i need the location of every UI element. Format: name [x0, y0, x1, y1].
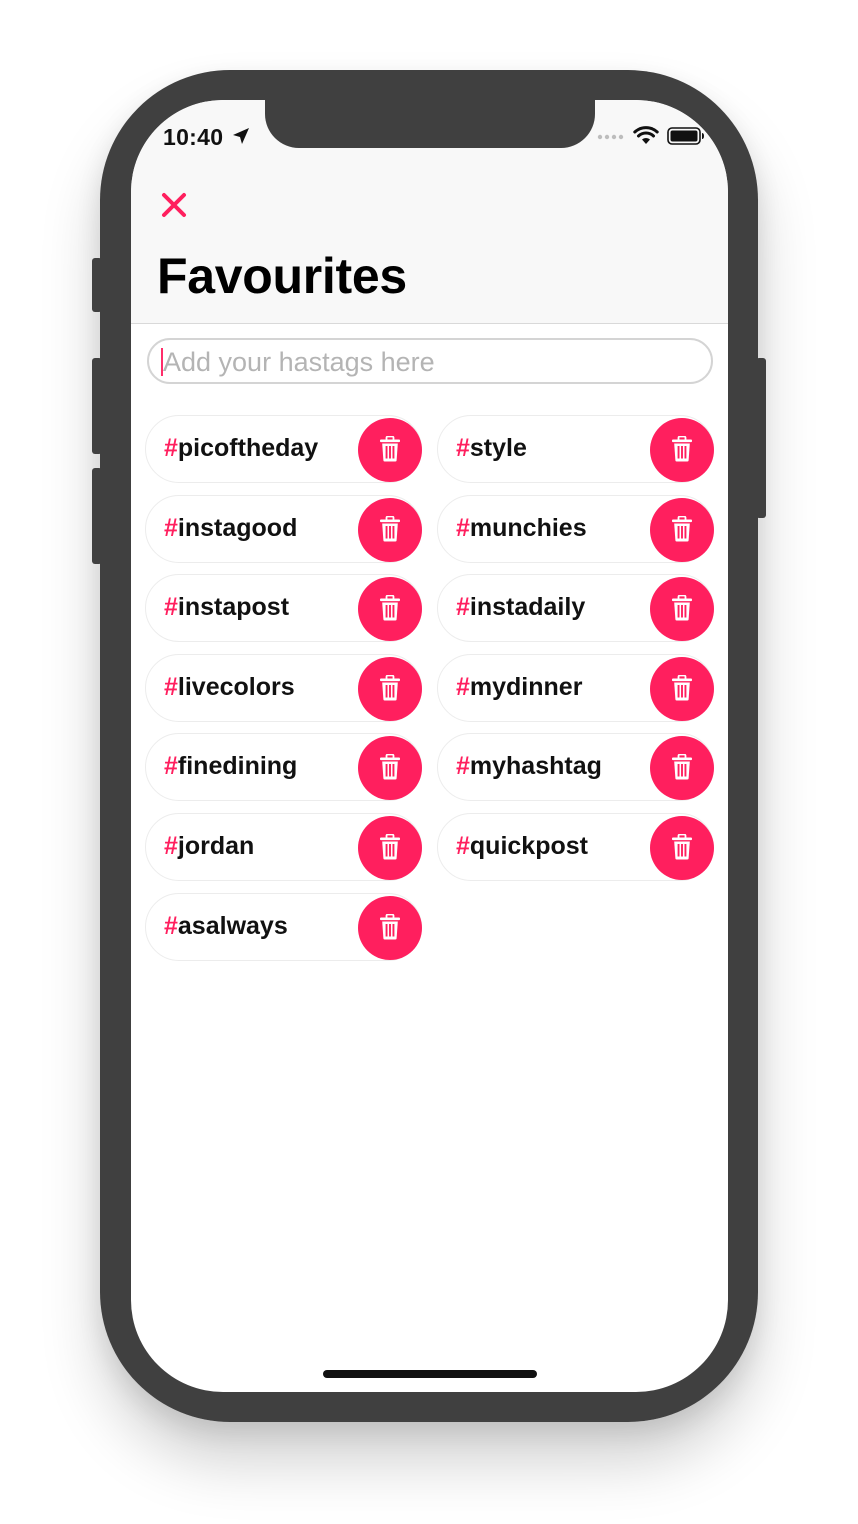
hashtag-chip[interactable]: #asalways: [145, 893, 422, 961]
hashtag-chip[interactable]: #style: [437, 415, 714, 483]
hashtag-text: instapost: [177, 593, 290, 621]
close-icon: [162, 193, 186, 217]
signal-icon: [597, 134, 624, 140]
status-time: 10:40: [163, 124, 224, 150]
trash-icon: [672, 516, 692, 542]
hashtag-text: instadaily: [469, 593, 586, 621]
hash-symbol: #: [164, 673, 178, 701]
hash-symbol: #: [164, 593, 178, 621]
hash-symbol: #: [456, 673, 470, 701]
home-indicator[interactable]: [323, 1370, 537, 1378]
hashtag-label: #finedining: [164, 752, 297, 781]
hash-symbol: #: [164, 514, 178, 542]
hashtag-chip[interactable]: #myhashtag: [437, 733, 714, 801]
hash-symbol: #: [164, 434, 178, 462]
hashtag-chip[interactable]: #instadaily: [437, 574, 714, 642]
hashtag-chip[interactable]: #livecolors: [145, 654, 422, 722]
hashtag-text: finedining: [177, 752, 298, 780]
hashtag-label: #instadaily: [456, 593, 585, 622]
trash-icon: [380, 914, 400, 940]
trash-icon: [380, 516, 400, 542]
delete-hashtag-button[interactable]: [358, 896, 422, 960]
hashtag-text: munchies: [469, 514, 587, 542]
hashtag-label: #instagood: [164, 514, 297, 543]
hashtag-chip[interactable]: #instagood: [145, 495, 422, 563]
battery-icon: [667, 127, 704, 145]
delete-hashtag-button[interactable]: [358, 816, 422, 880]
hash-symbol: #: [456, 832, 470, 860]
delete-hashtag-button[interactable]: [650, 816, 714, 880]
hashtag-text: mydinner: [469, 673, 583, 701]
trash-icon: [672, 436, 692, 462]
trash-icon: [380, 754, 400, 780]
delete-hashtag-button[interactable]: [358, 498, 422, 562]
hashtag-chip[interactable]: #mydinner: [437, 654, 714, 722]
delete-hashtag-button[interactable]: [650, 577, 714, 641]
delete-hashtag-button[interactable]: [358, 736, 422, 800]
hash-symbol: #: [164, 752, 178, 780]
trash-icon: [672, 834, 692, 860]
page-title: Favourites: [157, 248, 407, 304]
hashtag-label: #myhashtag: [456, 752, 602, 781]
hash-symbol: #: [164, 832, 178, 860]
hashtag-label: #jordan: [164, 832, 254, 861]
hashtag-label: #picoftheday: [164, 434, 318, 463]
hashtag-text: myhashtag: [469, 752, 602, 780]
hashtag-chip[interactable]: #instapost: [145, 574, 422, 642]
hashtag-text: style: [469, 434, 527, 462]
delete-hashtag-button[interactable]: [358, 418, 422, 482]
mute-switch: [92, 258, 102, 312]
hashtag-chip[interactable]: #finedining: [145, 733, 422, 801]
delete-hashtag-button[interactable]: [650, 657, 714, 721]
delete-hashtag-button[interactable]: [650, 418, 714, 482]
notch: [265, 100, 595, 148]
hashtag-search-field[interactable]: [147, 338, 713, 384]
hashtag-text: jordan: [177, 832, 255, 860]
hash-symbol: #: [456, 514, 470, 542]
delete-hashtag-button[interactable]: [650, 498, 714, 562]
trash-icon: [380, 595, 400, 621]
location-arrow-icon: [233, 128, 249, 144]
hashtag-label: #livecolors: [164, 673, 295, 702]
trash-icon: [380, 675, 400, 701]
hashtag-text: instagood: [177, 514, 298, 542]
hash-symbol: #: [456, 593, 470, 621]
hashtag-label: #quickpost: [456, 832, 588, 861]
hashtag-input[interactable]: [161, 340, 705, 384]
hashtag-text: quickpost: [469, 832, 588, 860]
delete-hashtag-button[interactable]: [358, 657, 422, 721]
close-button[interactable]: [159, 190, 189, 220]
trash-icon: [380, 834, 400, 860]
hash-symbol: #: [164, 912, 178, 940]
hashtag-chip[interactable]: #picoftheday: [145, 415, 422, 483]
volume-up-button: [92, 358, 102, 454]
hashtag-label: #style: [456, 434, 527, 463]
hashtag-text: livecolors: [177, 673, 295, 701]
hashtag-label: #asalways: [164, 912, 288, 941]
hashtag-chip[interactable]: #quickpost: [437, 813, 714, 881]
wifi-icon: [633, 126, 659, 144]
delete-hashtag-button[interactable]: [650, 736, 714, 800]
hashtag-label: #mydinner: [456, 673, 582, 702]
hashtag-label: #instapost: [164, 593, 289, 622]
trash-icon: [672, 675, 692, 701]
volume-down-button: [92, 468, 102, 564]
screen: Favourites 10:40 #picoftheday#style#inst…: [131, 100, 728, 1392]
trash-icon: [672, 754, 692, 780]
delete-hashtag-button[interactable]: [358, 577, 422, 641]
hashtag-chip[interactable]: #jordan: [145, 813, 422, 881]
hashtag-chip[interactable]: #munchies: [437, 495, 714, 563]
hashtag-label: #munchies: [456, 514, 587, 543]
power-button: [756, 358, 766, 518]
hashtag-text: picoftheday: [177, 434, 319, 462]
hashtag-text: asalways: [177, 912, 288, 940]
hash-symbol: #: [456, 434, 470, 462]
hash-symbol: #: [456, 752, 470, 780]
trash-icon: [380, 436, 400, 462]
trash-icon: [672, 595, 692, 621]
